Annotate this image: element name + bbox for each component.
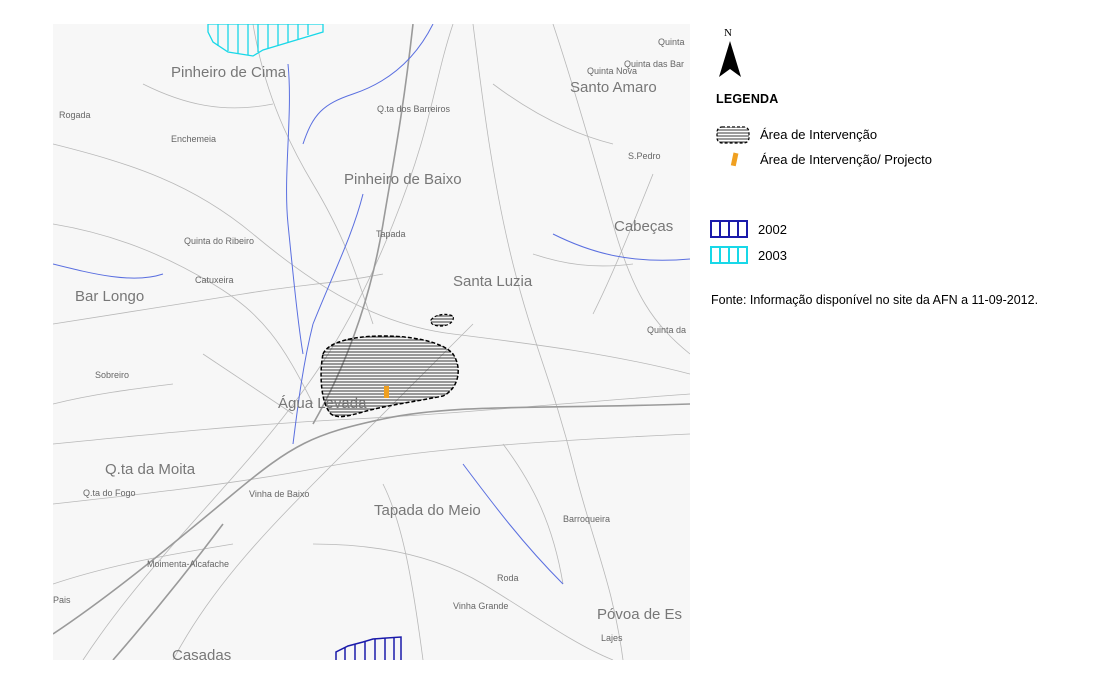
place-label: Quinta [658, 37, 685, 47]
place-label: Vinha Grande [453, 601, 509, 611]
place-label: Q.ta dos Barreiros [377, 104, 451, 114]
area-2002 [335, 636, 402, 660]
place-label: Pinheiro de Baixo [344, 171, 462, 188]
project-swatch [730, 152, 739, 167]
place-label: Quinta das Bar [624, 59, 685, 69]
place-label: Quinta da [647, 325, 687, 335]
project-area [384, 386, 389, 398]
place-label: Santa Luzia [453, 273, 533, 290]
place-label: Cabeças [614, 218, 674, 235]
legend-intervention-label: Área de Intervenção [760, 127, 878, 142]
source-note: Fonte: Informação disponível no site da … [711, 293, 1039, 307]
area-2003 [207, 24, 324, 57]
place-label: Barroqueira [563, 514, 611, 524]
place-label: Póvoa de Es [597, 606, 683, 623]
place-label: Pais [53, 595, 71, 605]
place-label: Lajes [601, 633, 623, 643]
north-arrow-icon [719, 41, 741, 77]
legend-2003-label: 2003 [758, 248, 787, 263]
place-label: Q.ta da Moita [105, 461, 196, 478]
streams [53, 24, 690, 585]
map-frame[interactable]: Pinheiro de Cima Santo Amaro Pinheiro de… [53, 24, 690, 660]
place-label: Santo Amaro [570, 79, 657, 96]
place-label: Casadas [172, 647, 232, 660]
place-label: Roda [497, 573, 519, 583]
swatch-2002 [710, 220, 748, 238]
place-label: Rogada [59, 110, 91, 120]
place-label: Quinta do Ribeiro [184, 236, 255, 246]
legend-title: LEGENDA [716, 92, 779, 106]
place-label: Catuxeira [195, 275, 234, 285]
place-label: Q.ta do Fogo [83, 488, 136, 498]
place-label: Tapada [376, 229, 406, 239]
legend-2002-label: 2002 [758, 222, 787, 237]
place-label: Sobreiro [95, 370, 130, 380]
place-label: Moimenta-Alcafache [147, 559, 230, 569]
place-label: Água Levada [278, 395, 367, 412]
place-label: S.Pedro [628, 151, 661, 161]
place-label: Vinha de Baixo [249, 489, 310, 499]
place-label: Tapada do Meio [374, 502, 481, 519]
place-label: Enchemeia [171, 134, 217, 144]
legend-project-label: Área de Intervenção/ Projecto [760, 152, 932, 167]
place-label: Bar Longo [75, 288, 145, 305]
place-label: Pinheiro de Cima [171, 64, 287, 81]
swatch-2003 [710, 246, 748, 264]
intervention-swatch [716, 126, 750, 144]
